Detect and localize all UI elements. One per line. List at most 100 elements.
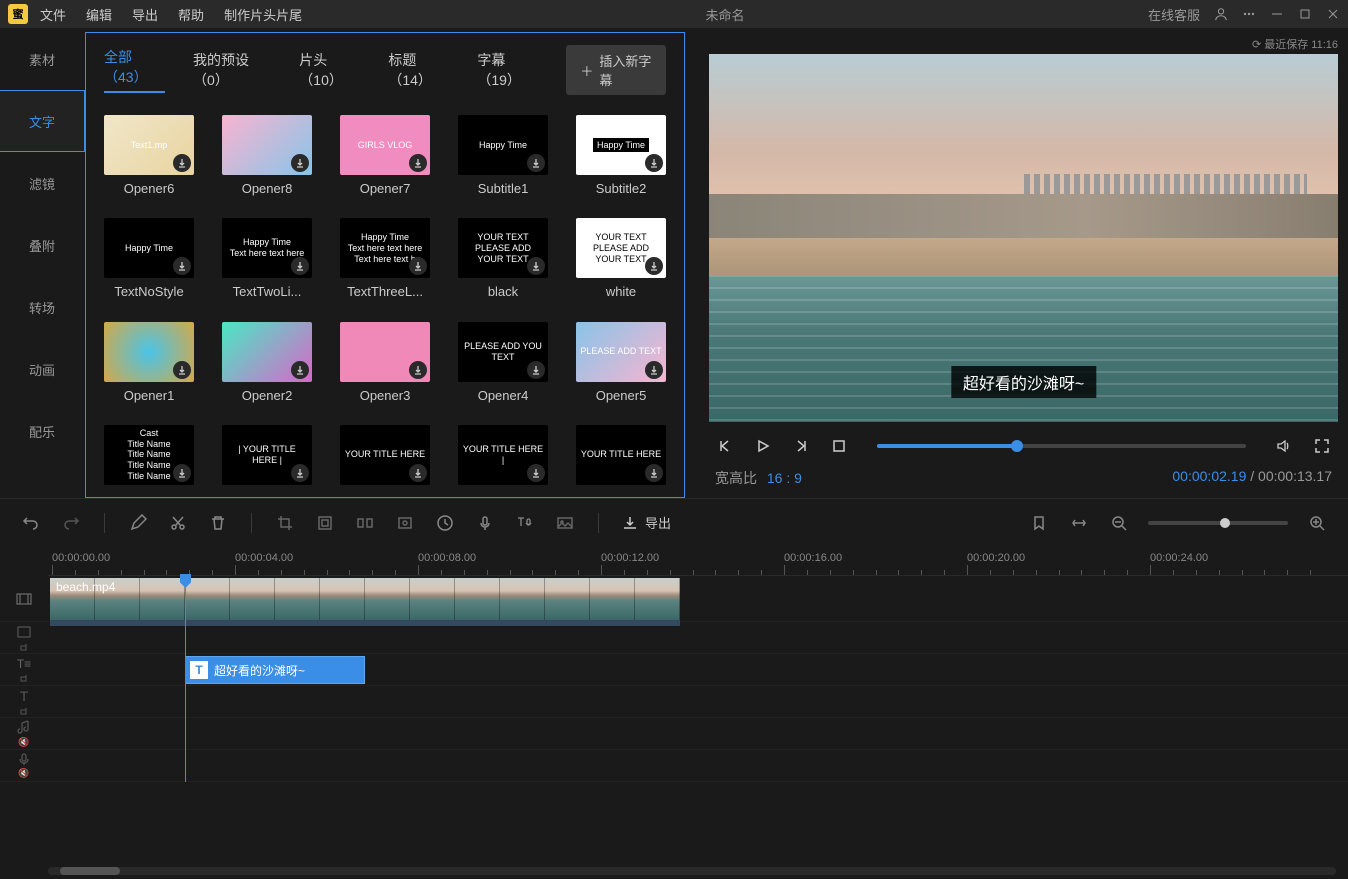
- close-icon[interactable]: [1326, 7, 1340, 21]
- asset-item[interactable]: Opener1: [100, 322, 198, 407]
- pip-track[interactable]: [0, 622, 1348, 654]
- text-track[interactable]: T: [0, 686, 1348, 718]
- download-icon[interactable]: [527, 464, 545, 482]
- download-icon[interactable]: [527, 361, 545, 379]
- download-icon[interactable]: [527, 257, 545, 275]
- more-icon[interactable]: [1242, 7, 1256, 21]
- volume-icon[interactable]: [1274, 436, 1294, 456]
- asset-item[interactable]: Opener3: [336, 322, 434, 407]
- download-icon[interactable]: [645, 361, 663, 379]
- fit-icon[interactable]: [1068, 512, 1090, 534]
- tab-all[interactable]: 全部（43）: [104, 47, 165, 93]
- tab-subtitle[interactable]: 字幕（19）: [477, 50, 538, 90]
- download-icon[interactable]: [409, 257, 427, 275]
- preview-viewport[interactable]: 超好看的沙滩呀~: [709, 54, 1338, 422]
- subtitle-track[interactable]: T≡ T 超好看的沙滩呀~: [0, 654, 1348, 686]
- asset-item[interactable]: GIRLS VLOGOpener7: [336, 115, 434, 200]
- menu-edit[interactable]: 编辑: [86, 5, 112, 24]
- mosaic-icon[interactable]: [314, 512, 336, 534]
- asset-item[interactable]: Happy Time Text here text here Text here…: [336, 218, 434, 303]
- crop-icon[interactable]: [274, 512, 296, 534]
- sidebar-item-transition[interactable]: 转场: [0, 276, 85, 338]
- maximize-icon[interactable]: [1298, 7, 1312, 21]
- voice-icon[interactable]: [474, 512, 496, 534]
- asset-item[interactable]: | YOUR TITLE HERE |: [218, 425, 316, 489]
- download-icon[interactable]: [173, 154, 191, 172]
- download-icon[interactable]: [291, 154, 309, 172]
- timeline-ruler[interactable]: 00:00:00.0000:00:04.0000:00:08.0000:00:1…: [48, 546, 1348, 576]
- menu-file[interactable]: 文件: [40, 5, 66, 24]
- asset-item[interactable]: Cast Title Name Title Name Title Name Ti…: [100, 425, 198, 489]
- sidebar-item-animation[interactable]: 动画: [0, 338, 85, 400]
- menu-titles[interactable]: 制作片头片尾: [224, 5, 302, 24]
- asset-item[interactable]: Happy TimeTextNoStyle: [100, 218, 198, 303]
- user-icon[interactable]: [1214, 7, 1228, 21]
- asset-item[interactable]: YOUR TEXT PLEASE ADD YOUR TEXTblack: [454, 218, 552, 303]
- stop-button[interactable]: [829, 436, 849, 456]
- fullscreen-icon[interactable]: [1312, 436, 1332, 456]
- asset-item[interactable]: Happy Time Text here text hereTextTwoLi.…: [218, 218, 316, 303]
- edit-icon[interactable]: [127, 512, 149, 534]
- text-voice-icon[interactable]: [514, 512, 536, 534]
- tab-opener[interactable]: 片头（10）: [299, 50, 360, 90]
- cut-icon[interactable]: [167, 512, 189, 534]
- online-service-link[interactable]: 在线客服: [1148, 5, 1200, 24]
- audio-track[interactable]: 🔇: [0, 718, 1348, 750]
- download-icon[interactable]: [173, 257, 191, 275]
- asset-item[interactable]: PLEASE ADD YOU TEXTOpener4: [454, 322, 552, 407]
- download-icon[interactable]: [291, 361, 309, 379]
- horizontal-scrollbar[interactable]: [48, 867, 1336, 875]
- progress-bar[interactable]: [877, 444, 1246, 448]
- asset-item[interactable]: YOUR TEXT PLEASE ADD YOUR TEXTwhite: [572, 218, 670, 303]
- asset-item[interactable]: Text1.mpOpener6: [100, 115, 198, 200]
- download-icon[interactable]: [291, 257, 309, 275]
- zoom-in-icon[interactable]: [1306, 512, 1328, 534]
- download-icon[interactable]: [645, 257, 663, 275]
- tab-presets[interactable]: 我的预设（0）: [193, 50, 271, 90]
- split-icon[interactable]: [354, 512, 376, 534]
- prev-frame-button[interactable]: [715, 436, 735, 456]
- next-frame-button[interactable]: [791, 436, 811, 456]
- record-track[interactable]: 🔇: [0, 750, 1348, 782]
- sidebar-item-text[interactable]: 文字: [0, 90, 85, 152]
- download-icon[interactable]: [645, 154, 663, 172]
- export-button[interactable]: 导出: [621, 513, 671, 532]
- asset-item[interactable]: PLEASE ADD TEXTOpener5: [572, 322, 670, 407]
- asset-item[interactable]: Opener2: [218, 322, 316, 407]
- zoom-out-icon[interactable]: [1108, 512, 1130, 534]
- download-icon[interactable]: [409, 361, 427, 379]
- image-icon[interactable]: [554, 512, 576, 534]
- speed-icon[interactable]: [434, 512, 456, 534]
- asset-item[interactable]: Happy TimeSubtitle2: [572, 115, 670, 200]
- insert-subtitle-button[interactable]: ＋ 插入新字幕: [566, 45, 666, 95]
- asset-item[interactable]: YOUR TITLE HERE |: [454, 425, 552, 489]
- minimize-icon[interactable]: [1270, 7, 1284, 21]
- zoom-slider[interactable]: [1148, 521, 1288, 525]
- tab-title[interactable]: 标题（14）: [388, 50, 449, 90]
- play-button[interactable]: [753, 436, 773, 456]
- asset-item[interactable]: Opener8: [218, 115, 316, 200]
- download-icon[interactable]: [291, 464, 309, 482]
- sidebar-item-filter[interactable]: 滤镜: [0, 152, 85, 214]
- asset-item[interactable]: Happy TimeSubtitle1: [454, 115, 552, 200]
- delete-icon[interactable]: [207, 512, 229, 534]
- download-icon[interactable]: [173, 464, 191, 482]
- text-clip[interactable]: T 超好看的沙滩呀~: [185, 656, 365, 684]
- download-icon[interactable]: [409, 154, 427, 172]
- marker-icon[interactable]: [1028, 512, 1050, 534]
- video-track[interactable]: beach.mp4: [0, 576, 1348, 622]
- menu-help[interactable]: 帮助: [178, 5, 204, 24]
- freeze-icon[interactable]: [394, 512, 416, 534]
- download-icon[interactable]: [173, 361, 191, 379]
- download-icon[interactable]: [527, 154, 545, 172]
- sidebar-item-media[interactable]: 素材: [0, 28, 85, 90]
- menu-export[interactable]: 导出: [132, 5, 158, 24]
- redo-button[interactable]: [60, 512, 82, 534]
- playhead[interactable]: [185, 576, 186, 782]
- download-icon[interactable]: [645, 464, 663, 482]
- aspect-value[interactable]: 16 : 9: [767, 470, 802, 486]
- asset-item[interactable]: YOUR TITLE HERE: [336, 425, 434, 489]
- sidebar-item-overlay[interactable]: 叠附: [0, 214, 85, 276]
- sidebar-item-music[interactable]: 配乐: [0, 400, 85, 462]
- asset-item[interactable]: YOUR TITLE HERE: [572, 425, 670, 489]
